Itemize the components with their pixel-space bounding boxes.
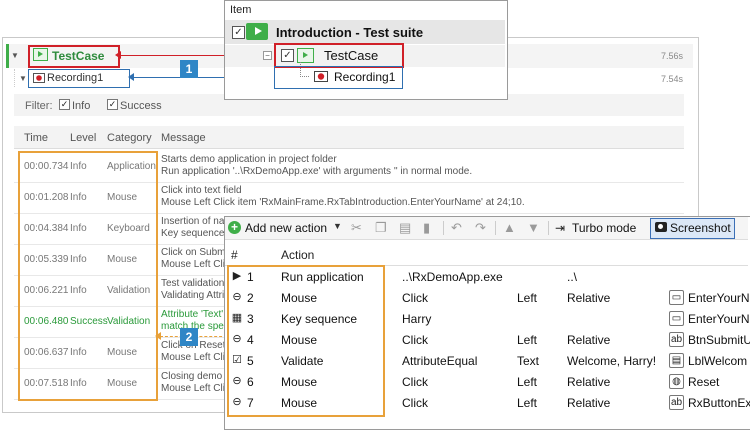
action-mode[interactable]: Relative: [567, 375, 610, 389]
report-testcase-duration: 7.56s: [661, 51, 684, 61]
column-action[interactable]: Action: [281, 248, 314, 262]
test-suite-icon: [246, 23, 268, 40]
move-down-icon[interactable]: ▼: [527, 220, 540, 235]
text-field-icon: ▭: [669, 311, 684, 326]
collapse-arrow-icon[interactable]: ▼: [11, 51, 19, 60]
filter-label: Filter:: [25, 100, 53, 112]
globe-icon: ◍: [669, 374, 684, 389]
repository-item[interactable]: EnterYourN: [688, 312, 750, 326]
action-button[interactable]: Left: [517, 333, 537, 347]
item-column-header: Item: [230, 4, 252, 16]
log-message: Starts demo application in project folde…: [161, 154, 337, 165]
collapse-arrow-icon[interactable]: ▼: [19, 74, 27, 83]
repository-item[interactable]: EnterYourN: [688, 291, 750, 305]
log-column-message[interactable]: Message: [161, 132, 206, 144]
suite-label: Introduction - Test suite: [276, 25, 424, 40]
button-icon: ab: [669, 332, 684, 347]
log-column-time[interactable]: Time: [24, 132, 48, 144]
success-filter-checkbox[interactable]: ✓: [107, 99, 118, 110]
log-highlight-box: [18, 151, 158, 401]
action-argument[interactable]: Click: [402, 375, 428, 389]
action-mode[interactable]: Welcome, Harry!: [567, 354, 656, 368]
action-mode[interactable]: ..\: [567, 270, 577, 284]
screenshot-label: Screenshot: [670, 221, 731, 235]
toolbar-separator: [548, 221, 549, 235]
repository-item[interactable]: RxButtonEx: [688, 396, 750, 410]
action-mode[interactable]: Relative: [567, 291, 610, 305]
info-filter-label: Info: [72, 100, 91, 112]
move-up-icon[interactable]: ▲: [503, 220, 516, 235]
action-button[interactable]: Left: [517, 375, 537, 389]
testcase-highlight-box: [28, 45, 120, 68]
log-message: Closing demo a: [161, 371, 231, 382]
tree-testcase-highlight-box: [274, 43, 404, 68]
chevron-down-icon[interactable]: ▼: [333, 221, 342, 231]
cut-icon[interactable]: ✂: [351, 220, 362, 236]
action-mode[interactable]: Relative: [567, 396, 610, 410]
action-argument[interactable]: Click: [402, 396, 428, 410]
log-message: Insertion of nam: [161, 216, 233, 227]
delete-icon[interactable]: ▮: [423, 220, 430, 236]
tree-recording-highlight-box: [274, 66, 403, 89]
report-recording-duration: 7.54s: [661, 74, 684, 84]
log-message-detail: Validating Attrib: [161, 290, 230, 301]
log-column-level[interactable]: Level: [70, 132, 96, 144]
log-message-detail: Mouse Left Click item 'RxMainFrame.RxTab…: [161, 197, 525, 208]
log-message: Attribute 'Text': [161, 309, 224, 320]
action-argument[interactable]: AttributeEqual: [402, 354, 477, 368]
log-message: Click into text field: [161, 185, 242, 196]
toolbar-separator: [443, 221, 444, 235]
collapse-toggle-icon[interactable]: −: [263, 51, 272, 60]
success-filter-label: Success: [120, 100, 162, 112]
turbo-mode-icon[interactable]: ⇥: [555, 221, 565, 235]
action-highlight-box: [227, 265, 385, 417]
log-message-detail: Run application '..\RxDemoApp.exe' with …: [161, 166, 473, 177]
button-icon: ab: [669, 395, 684, 410]
redo-icon[interactable]: ↷: [475, 220, 486, 236]
log-message: Click on Submit: [161, 247, 231, 258]
camera-icon: [655, 222, 667, 232]
arrowhead-icon: [128, 73, 134, 81]
callout-badge-1: 1: [180, 60, 198, 78]
action-button[interactable]: Left: [517, 291, 537, 305]
info-filter-checkbox[interactable]: ✓: [59, 99, 70, 110]
recording-highlight-box: [28, 69, 130, 88]
add-icon[interactable]: +: [228, 221, 241, 234]
add-new-action-button[interactable]: Add new action: [245, 221, 327, 235]
action-argument[interactable]: ..\RxDemoApp.exe: [402, 270, 503, 284]
log-column-category[interactable]: Category: [107, 132, 152, 144]
action-button[interactable]: Left: [517, 396, 537, 410]
suite-checkbox[interactable]: ✓: [232, 26, 245, 39]
column-number[interactable]: #: [231, 248, 238, 262]
action-argument[interactable]: Click: [402, 333, 428, 347]
action-argument[interactable]: Harry: [402, 312, 431, 326]
repository-item[interactable]: LblWelcom: [688, 354, 747, 368]
toolbar-separator: [495, 221, 496, 235]
paste-icon[interactable]: ▤: [399, 220, 411, 236]
text-field-icon: ▭: [669, 290, 684, 305]
copy-icon[interactable]: ❐: [375, 220, 387, 236]
log-message: Test validation: [161, 278, 225, 289]
label-icon: ▤: [669, 353, 684, 368]
action-mode[interactable]: Relative: [567, 333, 610, 347]
undo-icon[interactable]: ↶: [451, 220, 462, 236]
repository-item[interactable]: Reset: [688, 375, 719, 389]
turbo-mode-button[interactable]: Turbo mode: [572, 221, 636, 235]
action-button[interactable]: Text: [517, 354, 539, 368]
repository-item[interactable]: BtnSubmitU: [688, 333, 750, 347]
arrowhead-icon: [115, 51, 121, 59]
action-argument[interactable]: Click: [402, 291, 428, 305]
callout-badge-2: 2: [180, 328, 198, 346]
arrowhead-icon: [155, 332, 161, 340]
